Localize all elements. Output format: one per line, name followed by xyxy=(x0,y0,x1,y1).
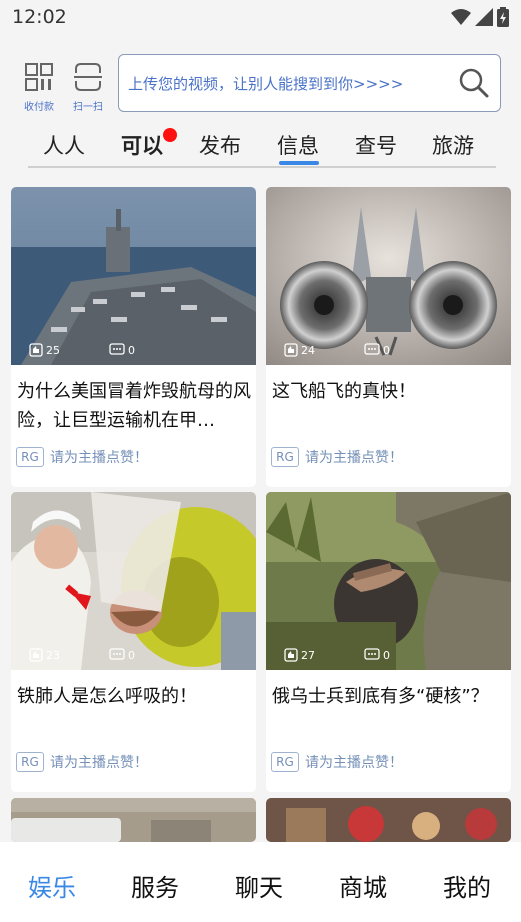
comment-icon xyxy=(109,343,125,355)
comment-icon xyxy=(364,343,380,355)
comment-icon xyxy=(109,648,125,660)
comment-count: 0 xyxy=(364,343,390,357)
video-card[interactable] xyxy=(11,798,256,842)
like-prompt[interactable]: 请为主播点赞！ xyxy=(50,752,148,772)
video-title[interactable]: 铁肺人是怎么呼吸的！ xyxy=(17,682,252,711)
video-title[interactable]: 俄乌士兵到底有多“硬核”？ xyxy=(272,682,507,711)
video-card[interactable]: 25 0 为什么美国冒着炸毁航母的风险，让巨型运输机在甲… RG 请为主播点赞！ xyxy=(11,187,256,487)
pay-label: 收付款 xyxy=(24,102,54,113)
rg-tag: RG xyxy=(271,447,299,467)
comment-count: 0 xyxy=(109,648,135,662)
like-prompt[interactable]: 请为主播点赞！ xyxy=(305,752,403,772)
tab-fabu[interactable]: 发布 xyxy=(199,130,241,160)
nav-services[interactable]: 服务 xyxy=(131,868,179,903)
scan-icon xyxy=(74,63,102,91)
search-input[interactable]: 上传您的视频，让别人能搜到到你>>>> xyxy=(128,73,403,94)
active-tab-indicator xyxy=(279,161,319,165)
status-time: 12:02 xyxy=(12,6,67,28)
status-icons xyxy=(451,7,509,27)
comment-count: 0 xyxy=(109,343,135,357)
video-thumbnail[interactable] xyxy=(11,798,256,842)
search-icon[interactable] xyxy=(458,67,490,99)
video-title[interactable]: 为什么美国冒着炸毁航母的风险，让巨型运输机在甲… xyxy=(17,377,252,435)
nav-mall[interactable]: 商城 xyxy=(339,868,387,903)
tab-keyi[interactable]: 可以 xyxy=(121,128,177,160)
tab-xinxi[interactable]: 信息 xyxy=(277,130,319,165)
nav-chat[interactable]: 聊天 xyxy=(235,868,283,903)
notification-dot xyxy=(163,128,177,142)
video-thumbnail[interactable]: 23 0 xyxy=(11,492,256,670)
comment-count: 0 xyxy=(364,648,390,662)
wifi-icon xyxy=(451,9,471,25)
rg-tag: RG xyxy=(271,752,299,772)
video-thumbnail[interactable]: 25 0 xyxy=(11,187,256,365)
header: 收付款 扫一扫 上传您的视频，让别人能搜到到你>>>> xyxy=(0,34,521,124)
video-card[interactable]: 24 0 这飞船飞的真快！ RG 请为主播点赞！ xyxy=(266,187,511,487)
search-box[interactable]: 上传您的视频，让别人能搜到到你>>>> xyxy=(118,54,501,112)
category-tabs: 人人 可以 发布 信息 查号 旅游 xyxy=(28,124,496,168)
like-prompt[interactable]: 请为主播点赞！ xyxy=(50,447,148,467)
bottom-navigation: 娱乐 服务 聊天 商城 我的 xyxy=(0,842,521,922)
video-thumbnail[interactable] xyxy=(266,798,511,842)
video-card[interactable]: 23 0 铁肺人是怎么呼吸的！ RG 请为主播点赞！ xyxy=(11,492,256,792)
nav-entertainment[interactable]: 娱乐 xyxy=(28,868,76,903)
qr-code-icon xyxy=(25,63,53,91)
tab-lvyou[interactable]: 旅游 xyxy=(432,130,474,160)
status-bar: 12:02 xyxy=(0,0,521,34)
video-card[interactable]: 27 0 俄乌士兵到底有多“硬核”？ RG 请为主播点赞！ xyxy=(266,492,511,792)
signal-icon xyxy=(475,8,493,26)
thumb-up-icon xyxy=(284,648,298,662)
comment-icon xyxy=(364,648,380,660)
video-title[interactable]: 这飞船飞的真快！ xyxy=(272,377,507,406)
tab-chahao[interactable]: 查号 xyxy=(355,130,397,160)
pay-button[interactable]: 收付款 xyxy=(19,62,59,113)
nav-profile[interactable]: 我的 xyxy=(443,868,491,903)
video-thumbnail[interactable]: 27 0 xyxy=(266,492,511,670)
rg-tag: RG xyxy=(16,752,44,772)
thumb-up-icon xyxy=(284,343,298,357)
like-count: 24 xyxy=(284,343,315,357)
thumb-up-icon xyxy=(29,648,43,662)
scan-button[interactable]: 扫一扫 xyxy=(68,62,108,113)
tab-renren[interactable]: 人人 xyxy=(43,130,85,160)
thumb-up-icon xyxy=(29,343,43,357)
battery-icon xyxy=(497,7,509,27)
scan-label: 扫一扫 xyxy=(73,102,103,113)
like-count: 23 xyxy=(29,648,60,662)
like-prompt[interactable]: 请为主播点赞！ xyxy=(305,447,403,467)
rg-tag: RG xyxy=(16,447,44,467)
video-card[interactable] xyxy=(266,798,511,842)
like-count: 25 xyxy=(29,343,60,357)
like-count: 27 xyxy=(284,648,315,662)
video-thumbnail[interactable]: 24 0 xyxy=(266,187,511,365)
